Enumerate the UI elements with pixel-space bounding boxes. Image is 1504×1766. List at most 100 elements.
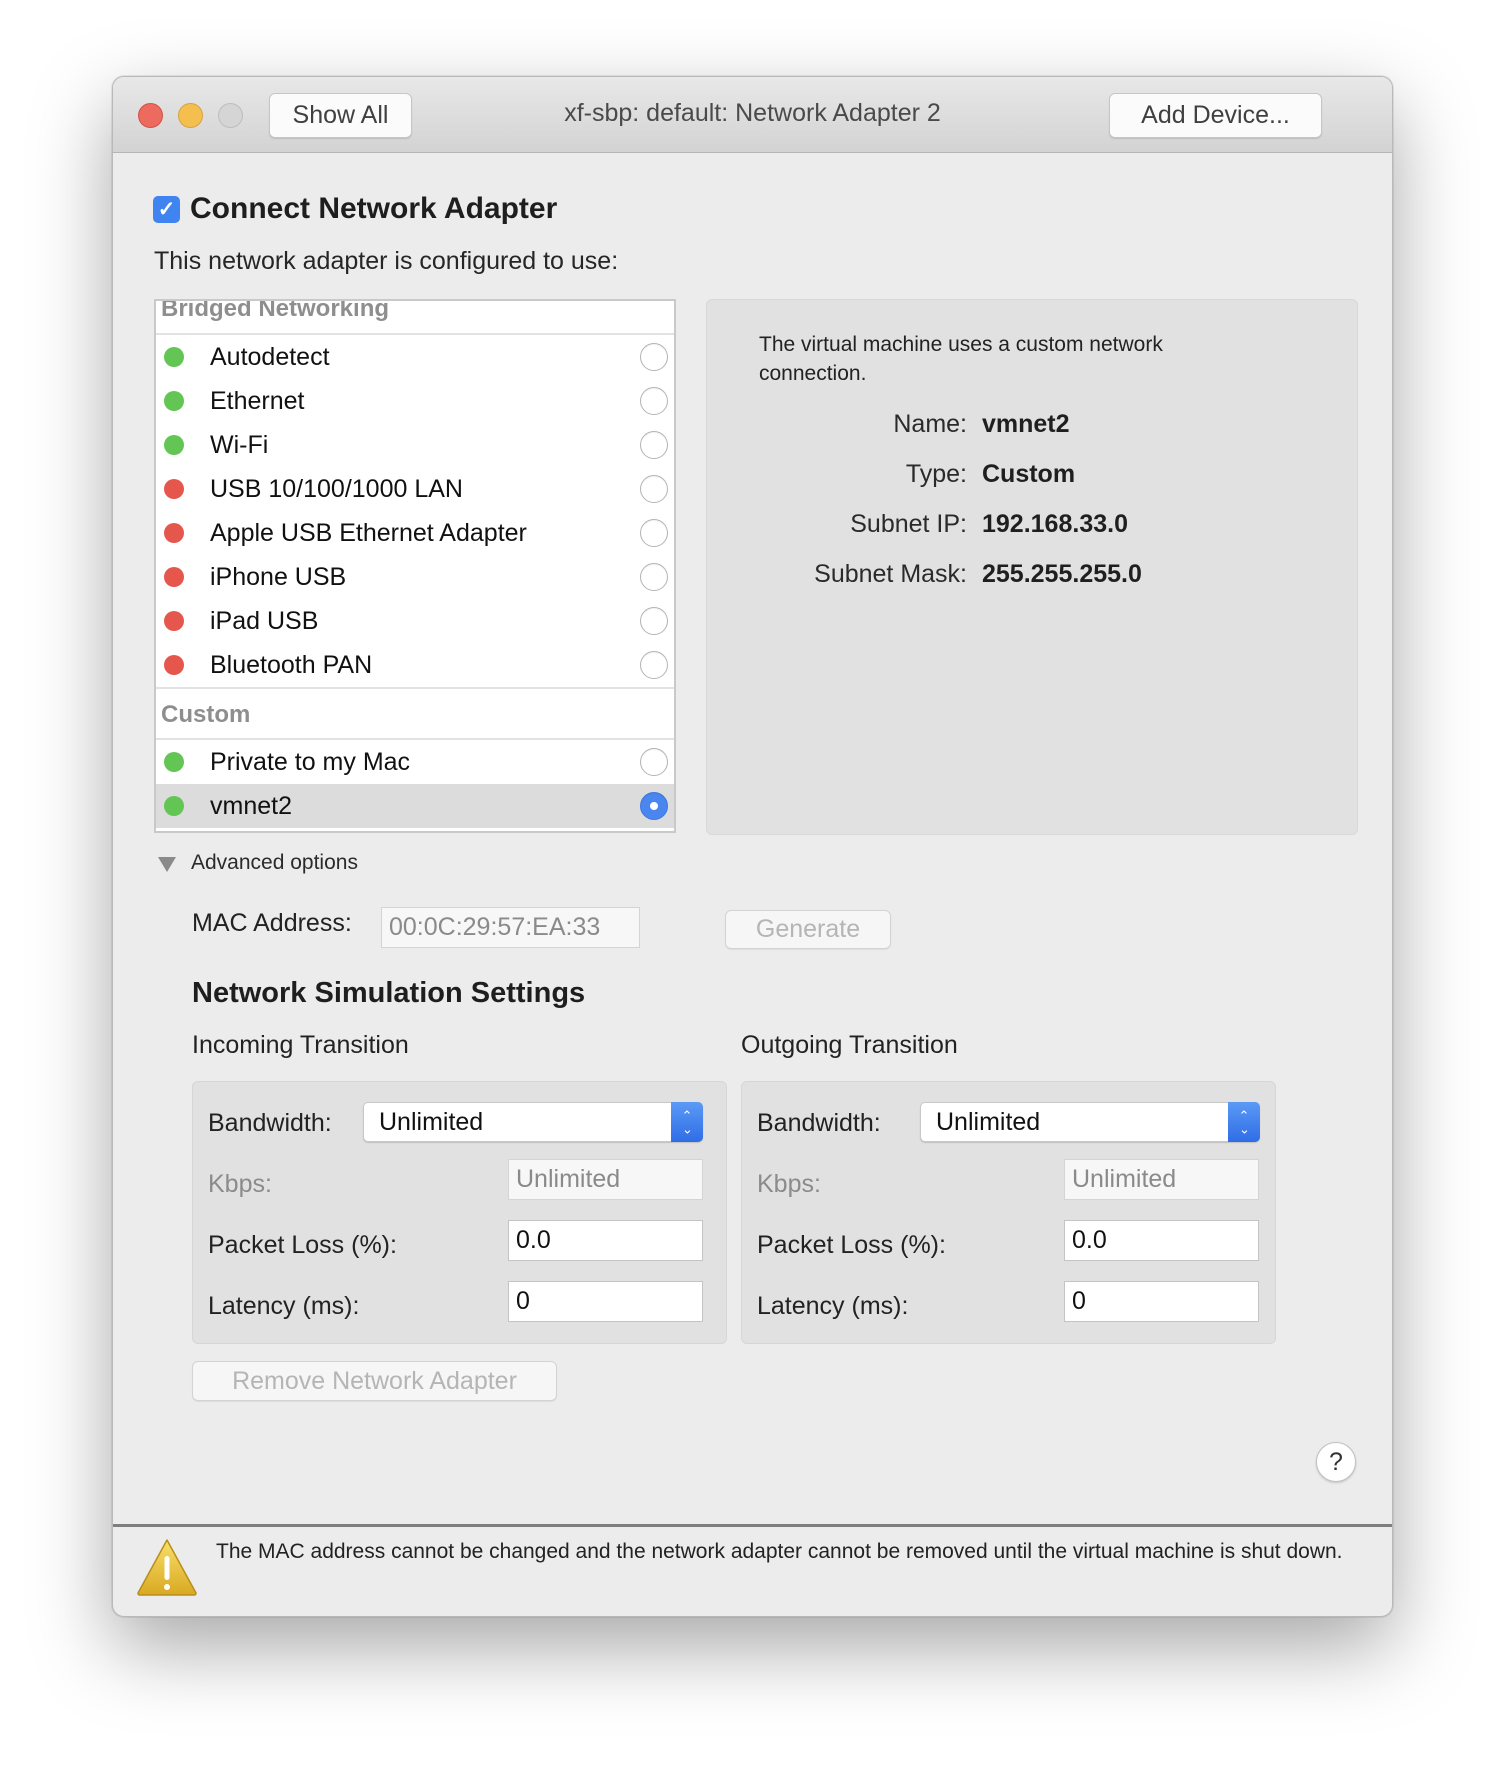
subnet-mask-value: 255.255.255.0	[982, 560, 1142, 588]
subnet-ip-value: 192.168.33.0	[982, 510, 1128, 538]
network-radio-button[interactable]	[640, 563, 668, 591]
status-dot-icon	[164, 611, 184, 631]
network-list-item[interactable]: Ethernet	[156, 379, 674, 423]
incoming-latency-label: Latency (ms):	[208, 1292, 360, 1320]
type-value: Custom	[982, 460, 1076, 488]
connection-info-panel: The virtual machine uses a custom networ…	[706, 299, 1358, 835]
network-radio-button[interactable]	[640, 607, 668, 635]
network-list-item-label: Wi-Fi	[210, 430, 269, 459]
incoming-bandwidth-select[interactable]: Unlimited ⌃ ⌃	[363, 1102, 703, 1142]
network-simulation-title: Network Simulation Settings	[192, 977, 586, 1009]
network-list-item-label: Private to my Mac	[210, 747, 411, 776]
zoom-window-button[interactable]	[218, 103, 243, 128]
status-dot-icon	[164, 752, 184, 772]
network-list-item-label: Bluetooth PAN	[210, 650, 373, 679]
outgoing-bandwidth-value: Unlimited	[936, 1107, 1041, 1136]
outgoing-kbps-field[interactable]: Unlimited	[1064, 1159, 1259, 1200]
network-radio-button[interactable]	[640, 343, 668, 371]
network-radio-button[interactable]	[640, 651, 668, 679]
group-header: Custom	[156, 687, 674, 740]
outgoing-bandwidth-select[interactable]: Unlimited ⌃ ⌃	[920, 1102, 1260, 1142]
help-button[interactable]: ?	[1316, 1442, 1356, 1482]
status-dot-icon	[164, 796, 184, 816]
name-label: Name:	[893, 410, 967, 438]
minimize-window-button[interactable]	[178, 103, 203, 128]
status-dot-icon	[164, 391, 184, 411]
outgoing-kbps-label: Kbps:	[757, 1170, 821, 1198]
outgoing-transition-panel: Bandwidth: Unlimited ⌃ ⌃ Kbps: Unlimited …	[741, 1081, 1276, 1344]
status-dot-icon	[164, 567, 184, 587]
type-label: Type:	[905, 460, 967, 488]
subnet-mask-label: Subnet Mask:	[814, 560, 967, 588]
disclosure-triangle-icon[interactable]	[158, 857, 176, 872]
warning-triangle-icon	[137, 1539, 197, 1596]
network-list-item[interactable]: Private to my Mac	[156, 740, 674, 784]
network-list-item[interactable]: vmnet2	[156, 784, 674, 828]
network-list-item-label: Apple USB Ethernet Adapter	[210, 518, 527, 547]
network-list-item-label: Autodetect	[210, 342, 330, 371]
incoming-transition-title: Incoming Transition	[192, 1031, 409, 1059]
network-list-item-label: iPhone USB	[210, 562, 347, 591]
question-mark-icon: ?	[1329, 1447, 1343, 1476]
configured-to-use-label: This network adapter is configured to us…	[154, 247, 619, 275]
checkmark-icon: ✓	[157, 198, 176, 221]
incoming-latency-field[interactable]: 0	[508, 1281, 703, 1322]
network-list-item[interactable]: iPhone USB	[156, 555, 674, 599]
outgoing-latency-field[interactable]: 0	[1064, 1281, 1259, 1322]
mac-address-label: MAC Address:	[192, 909, 352, 937]
outgoing-transition-title: Outgoing Transition	[741, 1031, 958, 1059]
network-list-item[interactable]: iPad USB	[156, 599, 674, 643]
remove-network-adapter-button[interactable]: Remove Network Adapter	[192, 1361, 557, 1401]
advanced-options-toggle[interactable]: Advanced options	[191, 851, 358, 875]
network-radio-button[interactable]	[640, 475, 668, 503]
network-list-item[interactable]: Apple USB Ethernet Adapter	[156, 511, 674, 555]
generate-button[interactable]: Generate	[725, 910, 891, 949]
show-all-button[interactable]: Show All	[269, 93, 412, 138]
incoming-packet-loss-field[interactable]: 0.0	[508, 1220, 703, 1261]
status-dot-icon	[164, 347, 184, 367]
network-list-item[interactable]: Wi-Fi	[156, 423, 674, 467]
group-header: Bridged Networking	[156, 301, 674, 335]
name-value: vmnet2	[982, 410, 1070, 438]
network-radio-button[interactable]	[640, 792, 668, 820]
select-arrows-icon: ⌃ ⌃	[671, 1102, 703, 1142]
outgoing-latency-label: Latency (ms):	[757, 1292, 909, 1320]
incoming-packet-loss-label: Packet Loss (%):	[208, 1231, 397, 1259]
network-radio-button[interactable]	[640, 748, 668, 776]
network-radio-button[interactable]	[640, 431, 668, 459]
incoming-kbps-label: Kbps:	[208, 1170, 272, 1198]
network-radio-button[interactable]	[640, 519, 668, 547]
connect-network-adapter-checkbox[interactable]: ✓	[153, 196, 180, 223]
incoming-bandwidth-value: Unlimited	[379, 1107, 484, 1136]
outgoing-packet-loss-label: Packet Loss (%):	[757, 1231, 946, 1259]
network-list-item-label: Ethernet	[210, 386, 305, 415]
footer-divider	[113, 1524, 1392, 1527]
add-device-button[interactable]: Add Device...	[1109, 93, 1322, 138]
connect-network-adapter-label[interactable]: Connect Network Adapter	[190, 192, 557, 226]
close-window-button[interactable]	[138, 103, 163, 128]
network-list-item[interactable]: USB 10/100/1000 LAN	[156, 467, 674, 511]
network-adapter-window: xf-sbp: default: Network Adapter 2 Show …	[112, 76, 1393, 1617]
network-list-item[interactable]: Autodetect	[156, 335, 674, 379]
incoming-bandwidth-label: Bandwidth:	[208, 1109, 332, 1137]
network-list-item-label: USB 10/100/1000 LAN	[210, 474, 463, 503]
select-arrows-icon: ⌃ ⌃	[1228, 1102, 1260, 1142]
status-dot-icon	[164, 479, 184, 499]
incoming-transition-panel: Bandwidth: Unlimited ⌃ ⌃ Kbps: Unlimited …	[192, 1081, 727, 1344]
status-dot-icon	[164, 523, 184, 543]
outgoing-packet-loss-field[interactable]: 0.0	[1064, 1220, 1259, 1261]
connection-description: The virtual machine uses a custom networ…	[759, 333, 1163, 385]
subnet-ip-label: Subnet IP:	[850, 510, 967, 538]
network-connection-list[interactable]: Bridged Networking Autodetect Ethernet Wi-F…	[154, 299, 676, 833]
title-bar: xf-sbp: default: Network Adapter 2 Show …	[113, 77, 1392, 153]
outgoing-bandwidth-label: Bandwidth:	[757, 1109, 881, 1137]
network-list-item-label: iPad USB	[210, 606, 319, 635]
incoming-kbps-field[interactable]: Unlimited	[508, 1159, 703, 1200]
warning-message: The MAC address cannot be changed and th…	[216, 1540, 1343, 1563]
network-list-item-label: vmnet2	[210, 791, 292, 820]
network-list-item[interactable]: Bluetooth PAN	[156, 643, 674, 687]
status-dot-icon	[164, 655, 184, 675]
mac-address-field[interactable]: 00:0C:29:57:EA:33	[381, 907, 640, 948]
status-dot-icon	[164, 435, 184, 455]
network-radio-button[interactable]	[640, 387, 668, 415]
